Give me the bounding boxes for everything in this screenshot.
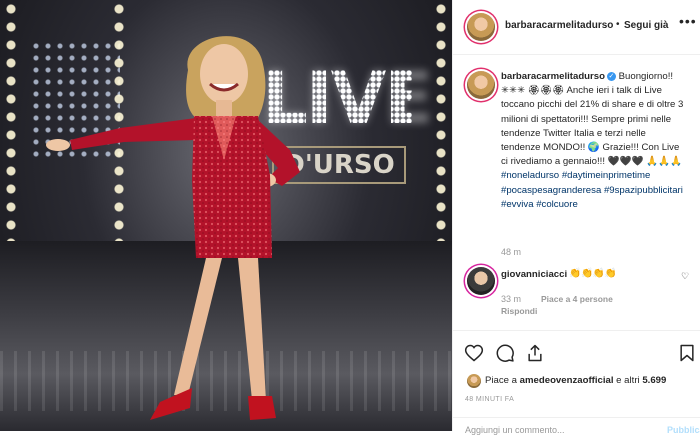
following-button[interactable]: Segui già xyxy=(624,20,668,31)
comment-text: 👏👏👏👏 xyxy=(569,268,617,279)
author-username[interactable]: barbaracarmelitadurso xyxy=(505,20,613,31)
caption-timestamp[interactable]: 48 m xyxy=(501,247,521,257)
verified-badge-icon: ✓ xyxy=(606,71,616,81)
comment-likes-count[interactable]: Piace a 4 persone xyxy=(541,294,613,304)
liker-username[interactable]: amedeovenzaofficial xyxy=(520,375,614,386)
more-options-icon[interactable]: ••• xyxy=(679,13,697,29)
caption-author-avatar[interactable] xyxy=(467,71,495,99)
reply-button[interactable]: Rispondi xyxy=(501,306,537,316)
comment-timestamp[interactable]: 33 m xyxy=(501,294,521,304)
commenter-avatar[interactable] xyxy=(467,267,495,295)
hashtag-link[interactable]: #daytimeinprimetime xyxy=(562,170,651,181)
hashtag-link[interactable]: #9spazipubblicitari xyxy=(604,185,683,196)
likes-middle: e altri xyxy=(613,375,643,386)
header-separator: • xyxy=(616,19,620,30)
caption-body: Buongiorno!! ✳✳✳ 🏵🏵🏵 Anche ieri i talk d… xyxy=(501,71,684,168)
likes-text: Piace a amedeovenzaofficial e altri 5.69… xyxy=(485,375,666,386)
author-avatar[interactable] xyxy=(467,13,495,41)
comment-bubble-icon[interactable] xyxy=(495,343,515,363)
liker-avatar[interactable] xyxy=(467,374,481,388)
likes-prefix: Piace a xyxy=(485,375,520,386)
commenter-username[interactable]: giovanniciacci xyxy=(501,269,567,280)
hashtag-link[interactable]: #noneladurso xyxy=(501,170,559,181)
caption-text: barbaracarmelitadurso ✓ Buongiorno!! ✳✳✳ … xyxy=(501,70,687,212)
publish-button[interactable]: Pubblica xyxy=(667,425,700,435)
woman-in-red-dress xyxy=(46,36,300,420)
hashtag-link[interactable]: #colcuore xyxy=(536,199,578,210)
post-header: barbaracarmelitadurso • Segui già ••• xyxy=(453,0,700,55)
instagram-post-view: LIVE D'URSO barbaracarmelitadurso • Segu… xyxy=(0,0,700,435)
caption-username[interactable]: barbaracarmelitadurso xyxy=(501,71,605,82)
post-timestamp[interactable]: 48 MINUTI FA xyxy=(465,396,514,403)
add-comment-input[interactable]: Aggiungi un commento... xyxy=(465,425,565,435)
likes-count[interactable]: 5.699 xyxy=(642,375,666,386)
post-photo[interactable]: LIVE D'URSO xyxy=(0,0,452,431)
hashtag-link[interactable]: #pocaspesagranderesa xyxy=(501,185,601,196)
share-upload-icon[interactable] xyxy=(525,343,545,363)
like-heart-icon[interactable] xyxy=(464,343,484,363)
hashtag-link[interactable]: #evviva xyxy=(501,199,534,210)
save-bookmark-icon[interactable] xyxy=(677,343,697,363)
comment-like-heart-icon[interactable]: ♡ xyxy=(681,271,689,282)
post-side-panel: barbaracarmelitadurso • Segui già ••• ba… xyxy=(452,0,700,435)
post-actions: Piace a amedeovenzaofficial e altri 5.69… xyxy=(453,330,700,435)
comments-section[interactable]: barbaracarmelitadurso ✓ Buongiorno!! ✳✳✳ … xyxy=(453,55,700,325)
add-comment-bar: Aggiungi un commento... Pubblica xyxy=(453,417,700,438)
